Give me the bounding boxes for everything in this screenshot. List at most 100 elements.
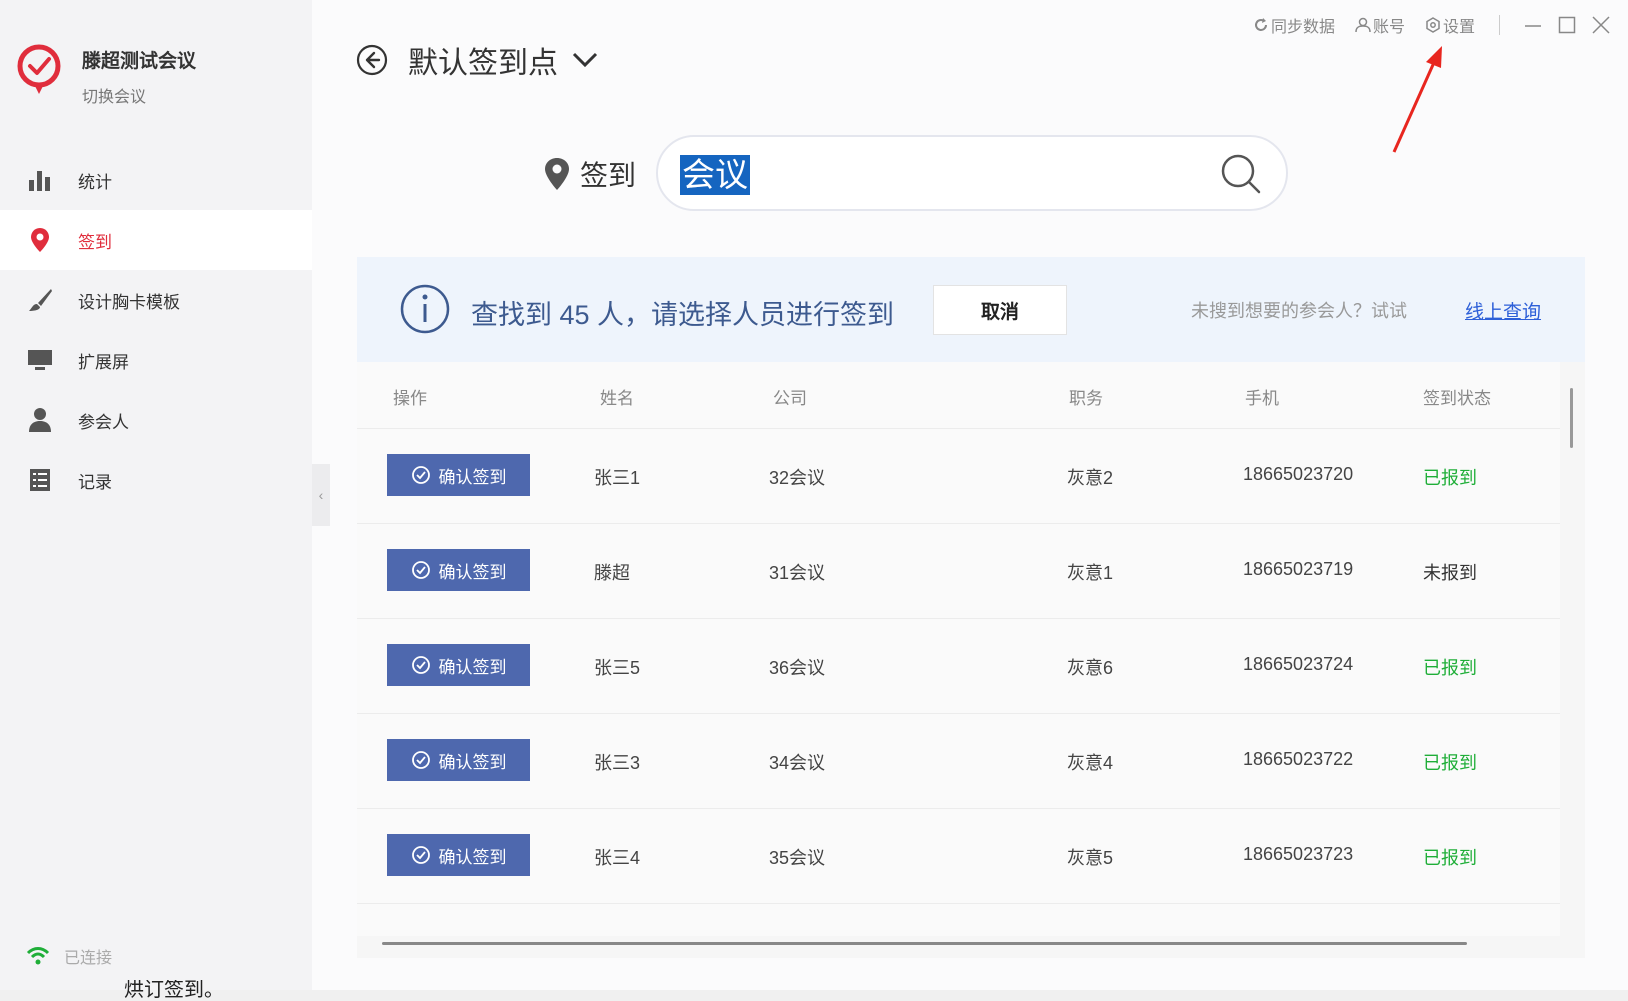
page-header: 默认签到点	[356, 38, 598, 82]
checkin-search-label: 签到	[544, 154, 636, 194]
sidebar-item-statistics[interactable]: 统计	[0, 150, 312, 210]
checkin-point-title[interactable]: 默认签到点	[408, 38, 558, 82]
minimize-button[interactable]	[1522, 14, 1544, 36]
brush-icon	[26, 286, 54, 314]
sidebar: 滕超测试会议 切换会议 统计 签到 设计胸卡模板 扩展屏 参会人 记录 已连接	[0, 0, 312, 990]
brand: 滕超测试会议 切换会议	[16, 44, 196, 107]
column-header-name: 姓名	[600, 389, 634, 408]
back-arrow-icon[interactable]	[356, 44, 388, 76]
collapse-sidebar-button[interactable]: ‹	[312, 464, 330, 526]
account-button[interactable]: 账号	[1355, 13, 1405, 37]
app-logo-icon	[17, 44, 61, 94]
search-icon[interactable]	[1220, 153, 1262, 195]
table-row: 确认签到 张三3 34会议 灰意4 18665023722 已报到	[357, 713, 1560, 809]
cell-position: 灰意5	[1067, 848, 1114, 868]
sidebar-item-label: 记录	[78, 472, 112, 492]
result-count-message: 查找到 45 人，请选择人员进行签到	[471, 300, 895, 330]
cell-status: 已报到	[1423, 658, 1477, 678]
window-topbar: 同步数据 账号 设置	[1253, 10, 1628, 40]
location-pin-icon	[545, 158, 569, 190]
search-selected-text: 会议	[680, 155, 750, 195]
confirm-checkin-button[interactable]: 确认签到	[387, 549, 530, 591]
sidebar-item-label: 统计	[78, 172, 112, 192]
cell-position: 灰意4	[1067, 753, 1114, 773]
topbar-divider	[1499, 15, 1500, 35]
table-row: 确认签到 滕超 31会议 灰意1 18665023719 未报到	[357, 523, 1560, 619]
column-header-position: 职务	[1069, 389, 1103, 408]
cell-company: 35会议	[769, 848, 826, 868]
confirm-checkin-button[interactable]: 确认签到	[387, 454, 530, 496]
search-input[interactable]	[680, 151, 1164, 197]
sidebar-item-badge-template[interactable]: 设计胸卡模板	[0, 270, 312, 330]
confirm-checkin-button[interactable]: 确认签到	[387, 834, 530, 876]
cell-status: 未报到	[1423, 563, 1477, 583]
search-box: 会议	[656, 135, 1288, 211]
cell-position: 灰意1	[1067, 563, 1114, 583]
cell-name: 张三3	[594, 753, 641, 773]
user-icon	[1355, 17, 1371, 33]
confirm-checkin-button[interactable]: 确认签到	[387, 644, 530, 686]
sidebar-item-attendees[interactable]: 参会人	[0, 390, 312, 450]
sync-data-label: 同步数据	[1270, 19, 1335, 36]
confirm-checkin-label: 确认签到	[438, 847, 507, 867]
cell-position: 灰意2	[1067, 468, 1114, 488]
cell-phone: 18665023720	[1243, 464, 1354, 484]
settings-button[interactable]: 设置	[1425, 13, 1475, 37]
cell-status: 已报到	[1423, 753, 1477, 773]
sidebar-nav: 统计 签到 设计胸卡模板 扩展屏 参会人 记录	[0, 150, 312, 510]
cancel-button[interactable]: 取消	[933, 285, 1067, 335]
minimize-icon	[1525, 25, 1541, 27]
list-icon	[26, 466, 54, 494]
sidebar-item-label: 设计胸卡模板	[78, 292, 180, 312]
cell-company: 31会议	[769, 563, 826, 583]
confirm-checkin-label: 确认签到	[438, 752, 507, 772]
bar-chart-icon	[26, 166, 54, 194]
chevron-down-icon[interactable]	[572, 51, 598, 69]
chevron-left-icon: ‹	[318, 487, 324, 503]
sidebar-item-label: 参会人	[78, 412, 129, 432]
cell-phone: 18665023724	[1243, 654, 1354, 674]
check-circle-icon	[411, 751, 430, 769]
horizontal-scrollbar[interactable]	[382, 942, 1467, 945]
column-header-company: 公司	[773, 389, 807, 408]
maximize-icon	[1558, 16, 1576, 34]
confirm-checkin-label: 确认签到	[438, 562, 507, 582]
settings-label: 设置	[1442, 19, 1475, 36]
check-circle-icon	[411, 466, 430, 484]
vertical-scrollbar[interactable]	[1570, 388, 1573, 448]
connection-status: 已连接	[26, 942, 112, 970]
refresh-icon	[1254, 18, 1267, 31]
account-label: 账号	[1372, 19, 1405, 36]
cell-phone: 18665023723	[1243, 844, 1354, 864]
sidebar-item-extended-screen[interactable]: 扩展屏	[0, 330, 312, 390]
footer-text: 烘订签到。	[124, 980, 224, 1001]
check-circle-icon	[411, 846, 430, 864]
connection-status-label: 已连接	[64, 950, 113, 967]
attendee-table: 操作 姓名 公司 职务 手机 签到状态 确认签到 张三1 32会议 灰意2 18…	[357, 362, 1585, 958]
confirm-checkin-label: 确认签到	[438, 657, 507, 677]
sidebar-item-label: 签到	[78, 232, 112, 252]
sidebar-item-label: 扩展屏	[78, 352, 129, 372]
monitor-icon	[26, 346, 54, 374]
close-icon	[1592, 16, 1610, 34]
cell-name: 滕超	[594, 563, 630, 583]
column-header-status: 签到状态	[1423, 389, 1491, 408]
info-icon	[400, 284, 450, 334]
table-row: 确认签到 张三5 36会议 灰意6 18665023724 已报到	[357, 618, 1560, 714]
cell-name: 张三1	[594, 468, 641, 488]
sync-data-button[interactable]: 同步数据	[1253, 13, 1335, 37]
confirm-checkin-button[interactable]: 确认签到	[387, 739, 530, 781]
close-button[interactable]	[1590, 14, 1612, 36]
switch-meeting-link[interactable]: 切换会议	[82, 83, 196, 107]
meeting-name: 滕超测试会议	[82, 51, 197, 72]
attendee-table-body: 操作 姓名 公司 职务 手机 签到状态 确认签到 张三1 32会议 灰意2 18…	[357, 362, 1560, 936]
online-query-link[interactable]: 线上查询	[1465, 297, 1541, 324]
confirm-checkin-label: 确认签到	[438, 467, 507, 487]
sidebar-item-checkin[interactable]: 签到	[0, 210, 312, 270]
maximize-button[interactable]	[1556, 14, 1578, 36]
gear-icon	[1426, 17, 1440, 33]
cell-name: 张三4	[594, 848, 641, 868]
sidebar-item-records[interactable]: 记录	[0, 450, 312, 510]
bottom-strip	[0, 990, 1628, 1001]
check-circle-icon	[411, 656, 430, 674]
